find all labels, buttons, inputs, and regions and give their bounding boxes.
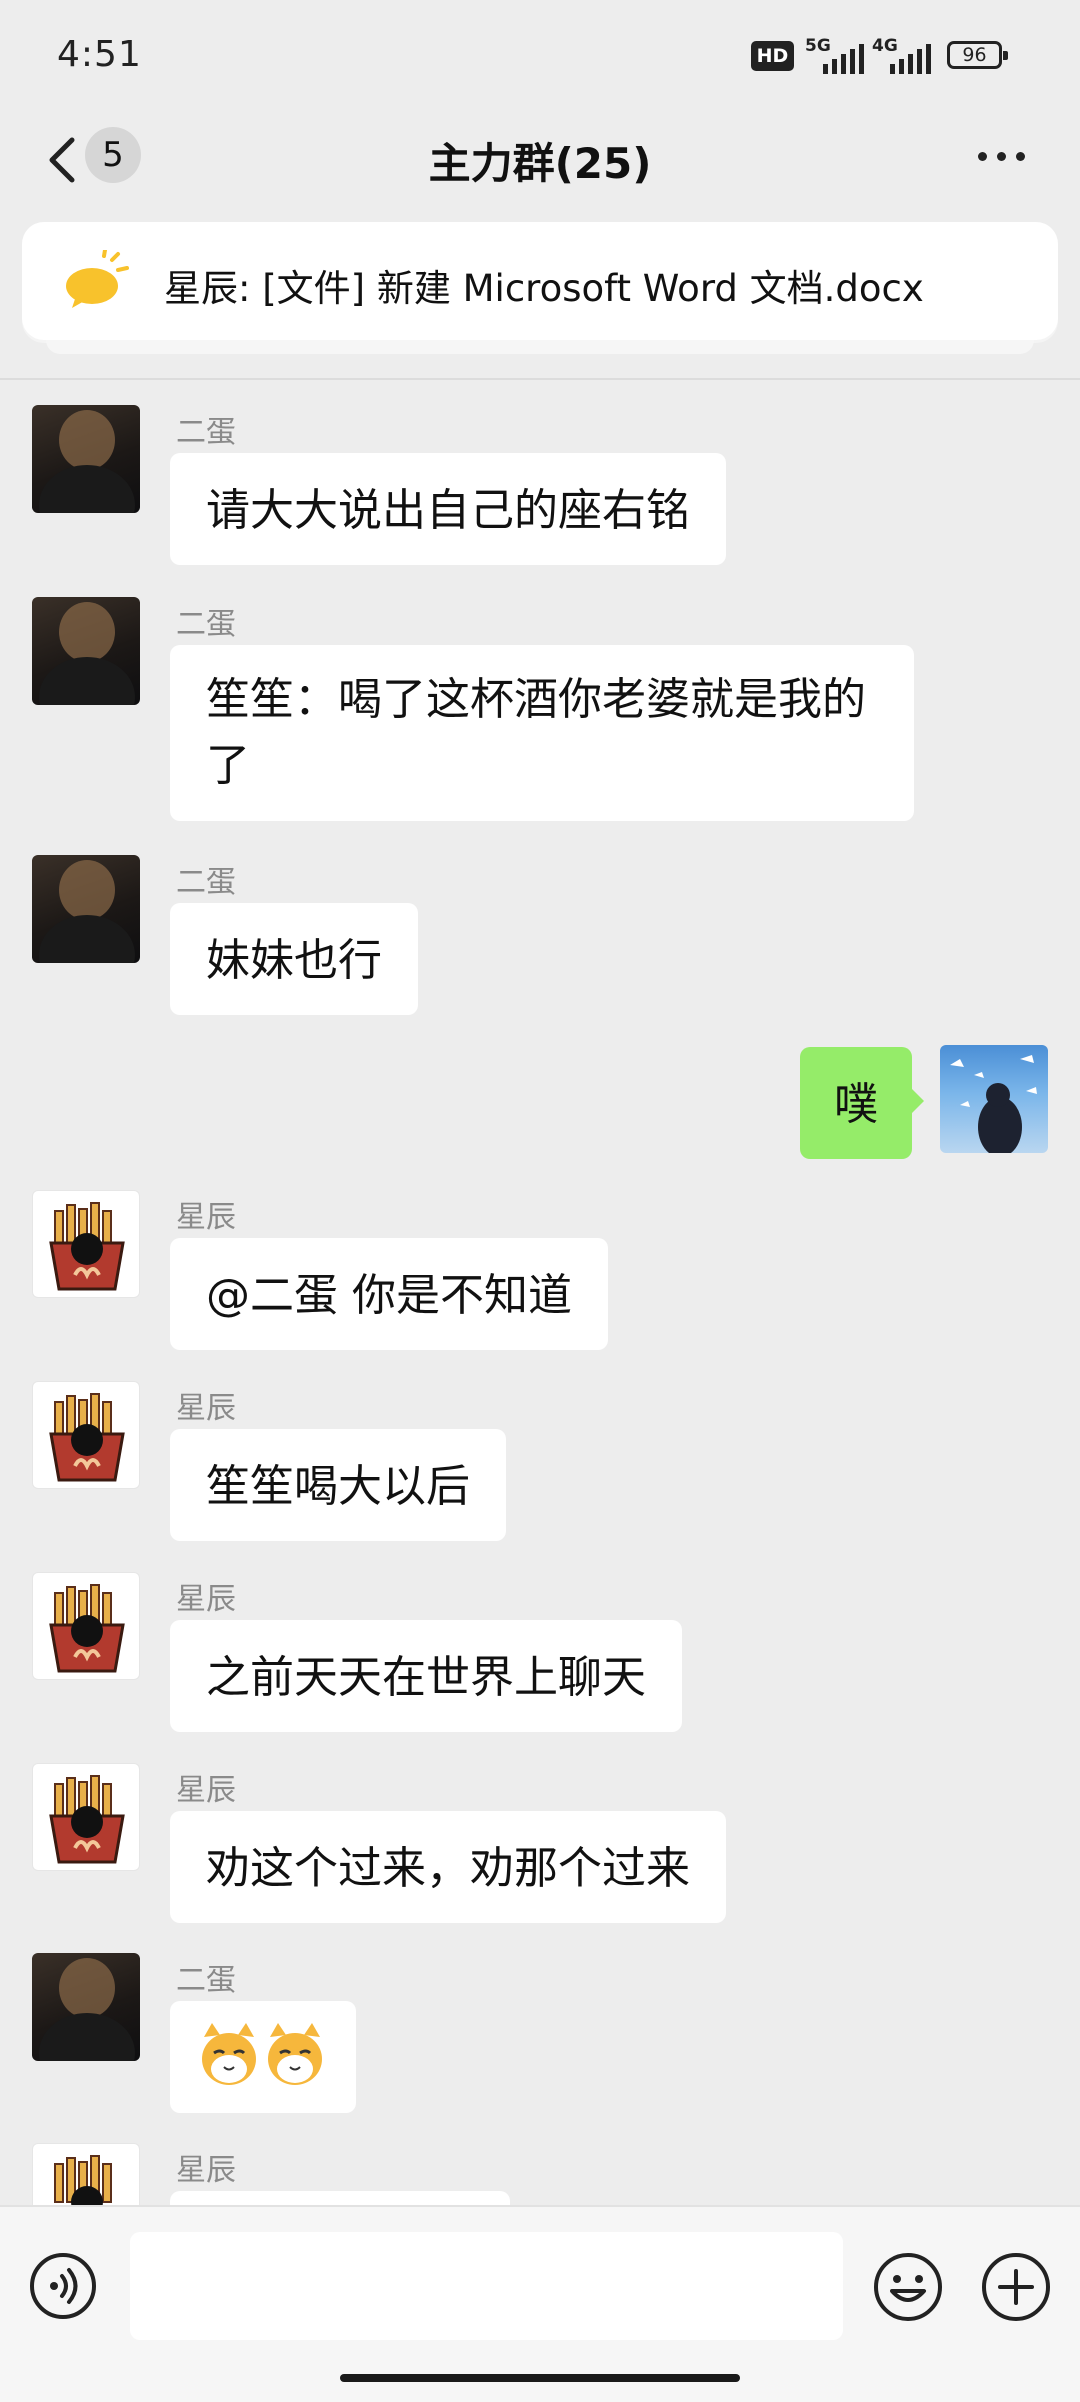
pinned-stack-edge xyxy=(46,340,1034,354)
sender-name: 二蛋 xyxy=(176,865,236,900)
message-bubble[interactable]: 笙笙：喝了这杯酒你老婆就是我的 了 xyxy=(170,645,914,821)
more-button[interactable] xyxy=(978,152,1025,161)
emoji-icon xyxy=(874,2253,942,2321)
message-bubble[interactable]: @二蛋 你是不知道 xyxy=(170,1238,608,1350)
cat-emoji-icon xyxy=(202,2023,322,2085)
hd-badge: HD xyxy=(751,41,794,71)
sender-name: 星辰 xyxy=(176,2153,236,2188)
pinned-message-banner[interactable]: 星辰: [文件] 新建 Microsoft Word 文档.docx xyxy=(22,222,1058,340)
plus-icon xyxy=(982,2253,1050,2321)
sender-name: 星辰 xyxy=(176,1582,236,1617)
chat-title: 主力群(25) xyxy=(428,139,652,188)
message-bubble[interactable]: 劝这个过来，劝那个过来 xyxy=(170,1811,726,1923)
sender-name: 星辰 xyxy=(176,1200,236,1235)
avatar[interactable] xyxy=(32,855,140,963)
voice-button[interactable] xyxy=(30,2253,96,2319)
message-bubble-self[interactable]: 噗 xyxy=(800,1047,912,1159)
sender-name: 星辰 xyxy=(176,1391,236,1426)
status-time: 4:51 xyxy=(57,34,142,75)
avatar[interactable] xyxy=(32,1190,140,1298)
avatar[interactable] xyxy=(32,597,140,705)
message-text-line: 笙笙：喝了这杯酒你老婆就是我的 xyxy=(206,674,866,725)
voice-icon xyxy=(50,2268,78,2304)
avatar-self[interactable] xyxy=(940,1045,1048,1153)
header-divider xyxy=(0,378,1080,380)
home-indicator[interactable] xyxy=(340,2374,740,2382)
avatar[interactable] xyxy=(32,405,140,513)
avatar[interactable] xyxy=(32,1953,140,2061)
message-text-line: 了 xyxy=(206,740,250,791)
avatar[interactable] xyxy=(32,1381,140,1489)
sim2-signal: 4G xyxy=(872,36,952,74)
message-bubble[interactable]: 笙笙喝大以后 xyxy=(170,1429,506,1541)
avatar[interactable] xyxy=(32,1572,140,1680)
sender-name: 二蛋 xyxy=(176,1963,236,1998)
announcement-icon xyxy=(66,250,129,308)
sender-name: 星辰 xyxy=(176,1773,236,1808)
message-input[interactable] xyxy=(130,2232,843,2340)
emoji-button[interactable] xyxy=(872,2251,944,2323)
message-bubble[interactable]: 之前天天在世界上聊天 xyxy=(170,1620,682,1732)
status-bar: 4:51 HD 5G 4G 96 xyxy=(0,0,1080,115)
avatar[interactable] xyxy=(32,1763,140,1871)
pinned-message-text: 星辰: [文件] 新建 Microsoft Word 文档.docx xyxy=(164,267,924,310)
bubble-tail xyxy=(910,1087,924,1115)
battery-indicator: 96 xyxy=(947,41,1008,69)
input-bar xyxy=(0,2205,1080,2402)
sender-name: 二蛋 xyxy=(176,415,236,450)
message-bubble[interactable] xyxy=(170,2001,356,2113)
message-bubble[interactable]: 妹妹也行 xyxy=(170,903,418,1015)
sender-name: 二蛋 xyxy=(176,607,236,642)
plus-button[interactable] xyxy=(980,2251,1052,2323)
more-icon xyxy=(978,152,987,161)
message-bubble[interactable]: 请大大说出自己的座右铭 xyxy=(170,453,726,565)
